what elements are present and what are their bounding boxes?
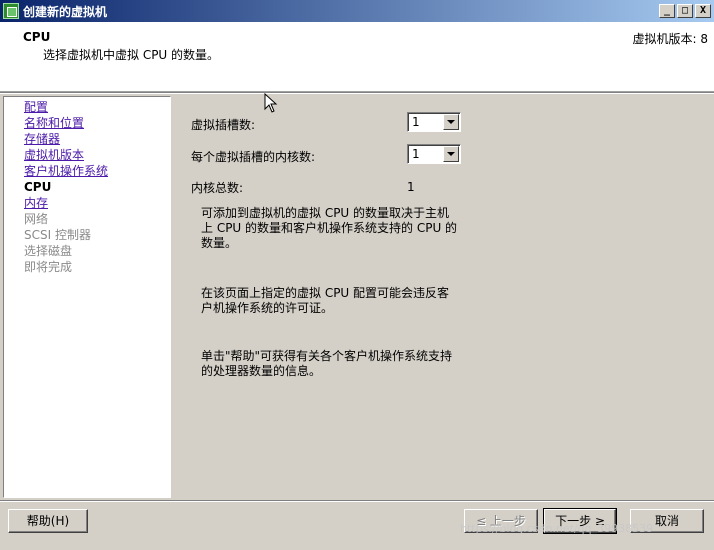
help-button[interactable]: 帮助(H) (8, 509, 88, 533)
step-name-location[interactable]: 名称和位置 (4, 115, 170, 131)
step-memory[interactable]: 内存 (4, 195, 170, 211)
chevron-down-icon[interactable] (443, 146, 459, 162)
step-scsi-controller: SCSI 控制器 (24, 228, 91, 242)
step-cpu: CPU (24, 180, 52, 194)
step-vm-version[interactable]: 虚拟机版本 (4, 147, 170, 163)
cancel-button[interactable]: 取消 (630, 509, 704, 533)
step-ready-to-complete: 即将完成 (24, 260, 73, 274)
info-license-warning: 在该页面上指定的虚拟 CPU 配置可能会违反客户机操作系统的许可证。 (201, 286, 450, 315)
sockets-label: 虚拟插槽数: (191, 118, 256, 132)
wizard-window: 创建新的虚拟机 _ □ X CPU 选择虚拟机中虚拟 CPU 的数量。 虚拟机版… (0, 0, 714, 550)
header-divider (0, 92, 714, 94)
page-title: CPU (23, 30, 51, 44)
step-storage[interactable]: 存储器 (4, 131, 170, 147)
chevron-down-icon[interactable] (443, 114, 459, 130)
vm-version-label: 虚拟机版本: 8 (632, 32, 709, 46)
close-button[interactable]: X (695, 4, 711, 18)
step-select-disk: 选择磁盘 (24, 244, 73, 258)
maximize-button[interactable]: □ (677, 4, 693, 18)
step-network: 网络 (24, 212, 49, 226)
wizard-header: CPU 选择虚拟机中虚拟 CPU 的数量。 虚拟机版本: 8 (0, 22, 714, 92)
vsphere-app-icon (3, 3, 19, 19)
cores-per-socket-label: 每个虚拟插槽的内核数: (191, 150, 316, 164)
cpu-settings-panel: 虚拟插槽数: 1 每个虚拟插槽的内核数: 1 内核总数: 1 可添加到虚拟机的虚… (172, 96, 712, 498)
cores-per-socket-dropdown[interactable]: 1 (407, 144, 461, 164)
minimize-button[interactable]: _ (659, 4, 675, 18)
window-title: 创建新的虚拟机 (23, 4, 108, 19)
mouse-cursor-icon (264, 93, 278, 113)
sockets-dropdown[interactable]: 1 (407, 112, 461, 132)
wizard-step-list: 配置 名称和位置 存储器 虚拟机版本 客户机操作系统 CPU 内存 网络 SCS… (3, 96, 171, 498)
total-cores-value: 1 (407, 180, 415, 194)
step-guest-os[interactable]: 客户机操作系统 (4, 163, 170, 179)
page-description: 选择虚拟机中虚拟 CPU 的数量。 (43, 48, 220, 62)
window-controls: _ □ X (659, 4, 711, 18)
info-cpu-limit: 可添加到虚拟机的虚拟 CPU 的数量取决于主机上 CPU 的数量和客户机操作系统… (201, 206, 458, 250)
next-button[interactable]: 下一步 ≥ (543, 508, 617, 534)
total-cores-label: 内核总数: (191, 181, 244, 195)
back-button[interactable]: ≤ 上一步 (464, 509, 538, 533)
sockets-value: 1 (412, 115, 420, 129)
info-help-hint: 单击"帮助"可获得有关各个客户机操作系统支持的处理器数量的信息。 (201, 349, 453, 378)
step-config[interactable]: 配置 (4, 99, 170, 115)
footer-divider (0, 500, 714, 502)
cores-per-socket-value: 1 (412, 147, 420, 161)
title-bar[interactable]: 创建新的虚拟机 _ □ X (0, 0, 714, 22)
